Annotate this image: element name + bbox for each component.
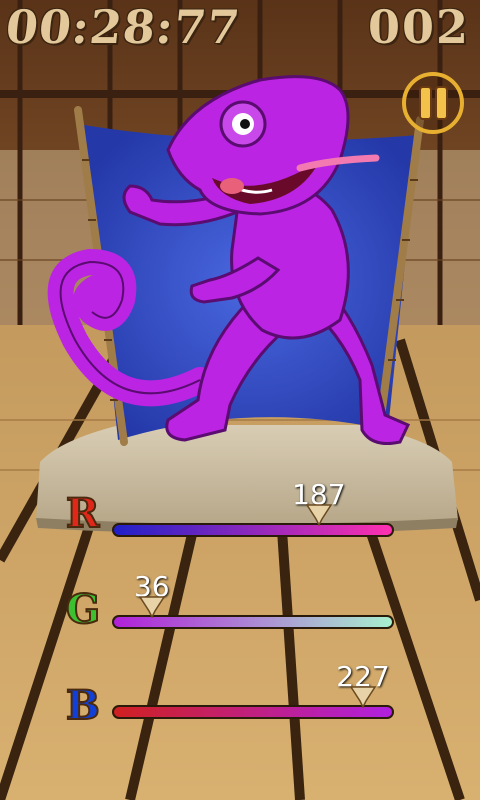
red-slider-row: R 187 — [0, 478, 480, 558]
red-channel-label: R — [65, 490, 100, 537]
red-slider-track[interactable] — [112, 523, 394, 537]
timer-display: 00:28:77 — [3, 0, 243, 54]
blue-slider-row: B 227 — [0, 660, 480, 740]
score-display: 002 — [367, 0, 470, 54]
green-slider-thumb[interactable] — [138, 596, 165, 618]
blue-channel-label: B — [65, 682, 101, 729]
green-channel-label: G — [65, 586, 101, 633]
red-slider-thumb[interactable] — [305, 504, 332, 526]
pause-icon — [420, 88, 430, 118]
pause-icon-bar — [436, 88, 446, 118]
pause-button[interactable] — [402, 72, 464, 134]
green-slider-row: G 36 — [0, 570, 480, 650]
blue-slider-thumb[interactable] — [350, 686, 377, 708]
